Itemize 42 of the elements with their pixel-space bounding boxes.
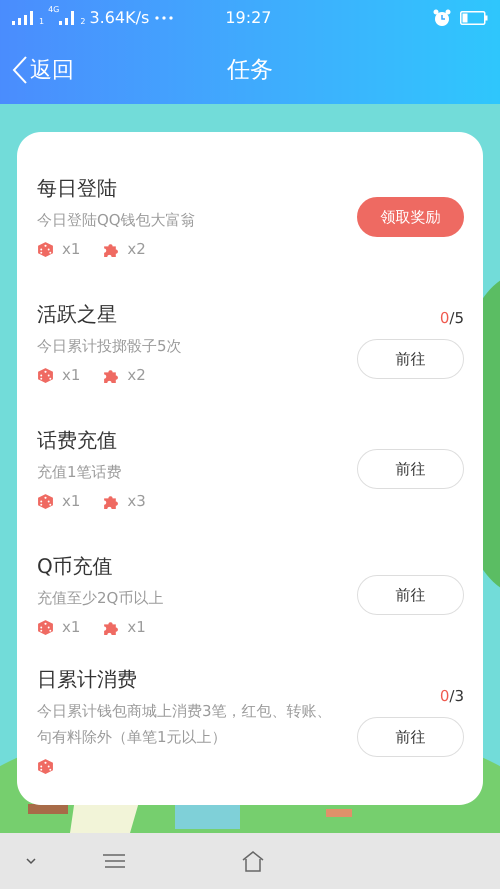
- dice-icon: [37, 240, 54, 258]
- task-title: 活跃之星: [37, 301, 118, 327]
- task-action-button[interactable]: 前往: [357, 575, 464, 615]
- task-title: 话费充值: [37, 427, 118, 453]
- menu-icon[interactable]: [103, 854, 125, 868]
- progress-count: 0/3: [440, 686, 464, 707]
- network-type: 4G: [48, 6, 60, 14]
- clock-time: 19:27: [225, 7, 272, 29]
- more-icon: [155, 16, 174, 20]
- task-description: 充值至少2Q币以上: [37, 588, 164, 609]
- page-title: 任务: [227, 56, 273, 85]
- network-speed: 3.64K/s: [89, 7, 150, 29]
- dice-icon: [37, 618, 54, 636]
- reward-count: x1: [62, 490, 80, 512]
- task-title: Q币充值: [37, 553, 114, 579]
- reward-count: x2: [127, 238, 146, 260]
- task-description: 今日累计投掷骰子5次: [37, 336, 183, 357]
- reward-count: x1: [127, 616, 146, 638]
- alarm-icon: [432, 8, 452, 28]
- dice-icon: [37, 492, 54, 510]
- chevron-down-icon[interactable]: [25, 857, 37, 865]
- task-description: 充值1笔话费: [37, 462, 123, 483]
- task-title: 每日登陆: [37, 175, 118, 201]
- task-action-button[interactable]: 前往: [357, 449, 464, 489]
- task-action-button[interactable]: 前往: [357, 339, 464, 380]
- task-title: 日累计消费: [37, 666, 138, 692]
- task-description: 今日登陆QQ钱包大富翁: [37, 210, 197, 231]
- task-description: 今日累计钱包商城上消费3笔，红包、转账、句有料除外（单笔1元以上）: [37, 701, 333, 748]
- reward-count: x1: [62, 238, 80, 260]
- progress-count: 0/5: [440, 308, 464, 329]
- task-action-button[interactable]: 前往: [357, 717, 464, 758]
- battery-icon: [460, 11, 488, 25]
- dice-icon: [37, 758, 54, 774]
- home-icon[interactable]: [241, 850, 265, 872]
- reward-count: x1: [62, 364, 80, 386]
- back-icon: [12, 55, 28, 85]
- reward-count: x3: [127, 490, 146, 512]
- reward-count: x1: [62, 616, 80, 638]
- dice-icon: [37, 366, 54, 384]
- reward-count: x2: [127, 364, 146, 386]
- sim-label: 2: [80, 18, 86, 26]
- sim-label: 1: [39, 18, 44, 26]
